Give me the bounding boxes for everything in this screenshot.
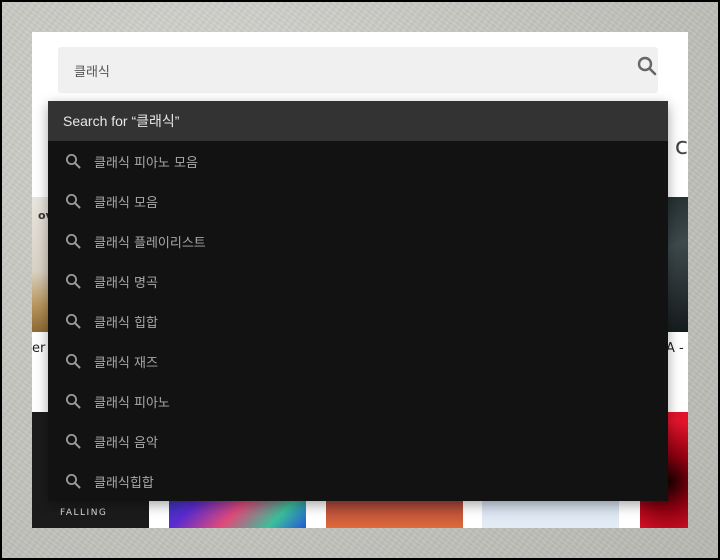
suggestion-item[interactable]: 클래식 피아노 [48,381,668,421]
album-card-title: FALLING [60,508,108,518]
search-icon [65,153,81,169]
suggestion-item[interactable]: 클래식 명곡 [48,261,668,301]
search-icon [65,233,81,249]
search-icon [65,433,81,449]
search-icon [65,193,81,209]
search-icon [65,313,81,329]
search-icon [65,273,81,289]
suggestion-label: 클래식 플레이리스트 [94,235,206,251]
search-icon [65,393,81,409]
search-for-query-option[interactable]: Search for “클래식” [48,101,668,141]
suggestion-label: 클래식힙합 [94,475,154,491]
search-bar [58,47,658,93]
suggestion-label: 클래식 모음 [94,195,158,211]
search-input[interactable] [74,60,614,80]
suggestion-label: 클래식 재즈 [94,355,158,371]
suggestion-item[interactable]: 클래식 힙합 [48,301,668,341]
album-card-caption[interactable]: A - [666,341,684,356]
suggestion-item[interactable]: 클래식힙합 [48,461,668,501]
suggestion-label: 클래식 피아노 모음 [94,155,198,171]
suggestion-item[interactable]: 클래식 피아노 모음 [48,141,668,181]
suggestion-label: 클래식 힙합 [94,315,158,331]
suggestion-item[interactable]: 클래식 재즈 [48,341,668,381]
suggestion-label: 클래식 피아노 [94,395,170,411]
suggestion-item[interactable]: 클래식 플레이리스트 [48,221,668,261]
search-icon [65,353,81,369]
album-card-caption[interactable]: er [32,341,45,356]
suggestion-item[interactable]: 클래식 음악 [48,421,668,461]
search-icon [637,56,657,76]
suggestion-label: 클래식 음악 [94,435,158,451]
suggestion-label: 클래식 명곡 [94,275,158,291]
search-suggestions-dropdown: Search for “클래식” 클래식 피아노 모음클래식 모음클래식 플레이… [48,101,668,501]
search-icon [65,473,81,489]
search-button[interactable] [632,51,662,81]
suggestion-list: 클래식 피아노 모음클래식 모음클래식 플레이리스트클래식 명곡클래식 힙합클래… [48,141,668,501]
suggestion-item[interactable]: 클래식 모음 [48,181,668,221]
